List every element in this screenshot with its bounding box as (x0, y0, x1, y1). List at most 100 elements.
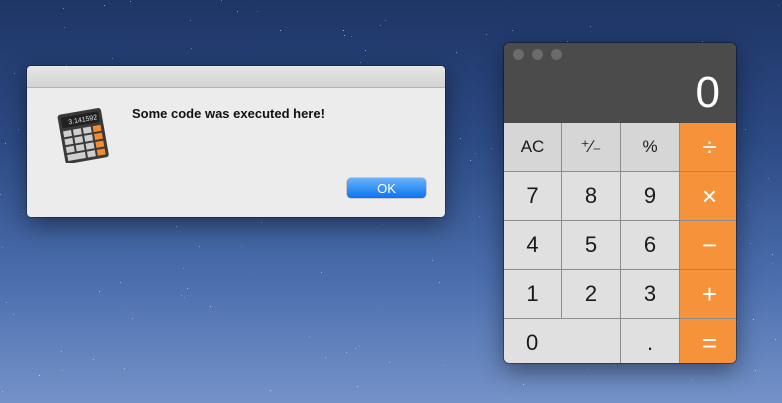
subtract-button[interactable]: − (680, 221, 736, 269)
digit-3-button[interactable]: 3 (621, 270, 679, 318)
star (181, 295, 182, 296)
star (382, 224, 383, 225)
star (432, 260, 433, 261)
star (470, 160, 471, 161)
star (221, 0, 222, 1)
star (190, 20, 191, 21)
star (512, 30, 513, 31)
add-button[interactable]: + (680, 270, 736, 318)
star (491, 148, 492, 149)
star (132, 318, 133, 319)
calculator-titlebar-display: 0 (504, 43, 736, 123)
star (309, 336, 310, 337)
star (360, 62, 361, 63)
star (389, 362, 390, 363)
star (210, 306, 211, 307)
star (753, 319, 754, 320)
star (590, 26, 591, 27)
star (93, 359, 94, 360)
star (737, 321, 738, 322)
alert-message: Some code was executed here! (132, 106, 325, 121)
decimal-button[interactable]: . (621, 319, 679, 363)
star (5, 143, 6, 144)
calculator-window: 0 AC ⁺∕₋% ÷ 7 8 9 × 4 5 6− 1 2 3 +0. = (504, 43, 736, 363)
clear-button[interactable]: AC (504, 123, 561, 171)
star (184, 297, 185, 298)
digit-1-button[interactable]: 1 (504, 270, 561, 318)
star (257, 11, 258, 12)
star (237, 11, 238, 12)
star (241, 246, 242, 247)
star (104, 5, 105, 6)
star (479, 216, 480, 217)
star (6, 302, 7, 303)
star (191, 48, 192, 49)
close-window-button[interactable] (513, 49, 524, 60)
star (120, 282, 121, 283)
star (523, 384, 524, 385)
star (63, 8, 64, 9)
star (355, 348, 356, 349)
calculator-display: 0 (695, 68, 720, 117)
star (439, 282, 440, 283)
star (14, 73, 15, 74)
star (13, 314, 14, 315)
star (567, 41, 568, 42)
minimize-window-button[interactable] (532, 49, 543, 60)
star (351, 36, 352, 37)
star (772, 254, 773, 255)
alert-dialog: 3.141592 Some code was executed here! OK (27, 66, 445, 217)
star (2, 247, 3, 248)
equals-button[interactable]: = (680, 319, 736, 363)
star (772, 263, 773, 264)
calculator-app-icon: 3.141592 (57, 108, 109, 163)
star (740, 238, 741, 239)
star (357, 386, 358, 387)
divide-button[interactable]: ÷ (680, 123, 736, 171)
star (588, 369, 589, 370)
plus-minus-button[interactable]: ⁺∕₋ (562, 123, 620, 171)
star (750, 243, 751, 244)
star (702, 41, 703, 42)
digit-5-button[interactable]: 5 (562, 221, 620, 269)
digit-6-button[interactable]: 6 (621, 221, 679, 269)
digit-4-button[interactable]: 4 (504, 221, 561, 269)
star (346, 352, 347, 353)
star (321, 272, 322, 273)
star (270, 390, 271, 391)
digit-2-button[interactable]: 2 (562, 270, 620, 318)
star (486, 34, 487, 35)
star (183, 268, 184, 269)
star (365, 50, 366, 51)
multiply-button[interactable]: × (680, 172, 736, 220)
star (62, 370, 63, 371)
star (176, 226, 177, 227)
star (359, 346, 360, 347)
digit-9-button[interactable]: 9 (621, 172, 679, 220)
percent-button[interactable]: % (621, 123, 679, 171)
star (124, 368, 125, 369)
star (745, 129, 746, 130)
digit-7-button[interactable]: 7 (504, 172, 561, 220)
star (444, 365, 445, 366)
star (99, 291, 100, 292)
star (755, 370, 756, 371)
star (22, 214, 23, 215)
star (768, 178, 769, 179)
star (61, 351, 62, 352)
ok-button[interactable]: OK (347, 178, 426, 198)
zoom-window-button[interactable] (551, 49, 562, 60)
alert-titlebar (27, 66, 445, 88)
star (0, 194, 1, 195)
star (460, 138, 461, 139)
digit-8-button[interactable]: 8 (562, 172, 620, 220)
star (261, 222, 262, 223)
star (64, 27, 65, 28)
star (691, 379, 692, 380)
star (380, 25, 381, 26)
star (778, 5, 779, 6)
star (344, 35, 345, 36)
star (112, 58, 113, 59)
digit-0-button[interactable]: 0 (504, 319, 620, 363)
star (325, 357, 326, 358)
